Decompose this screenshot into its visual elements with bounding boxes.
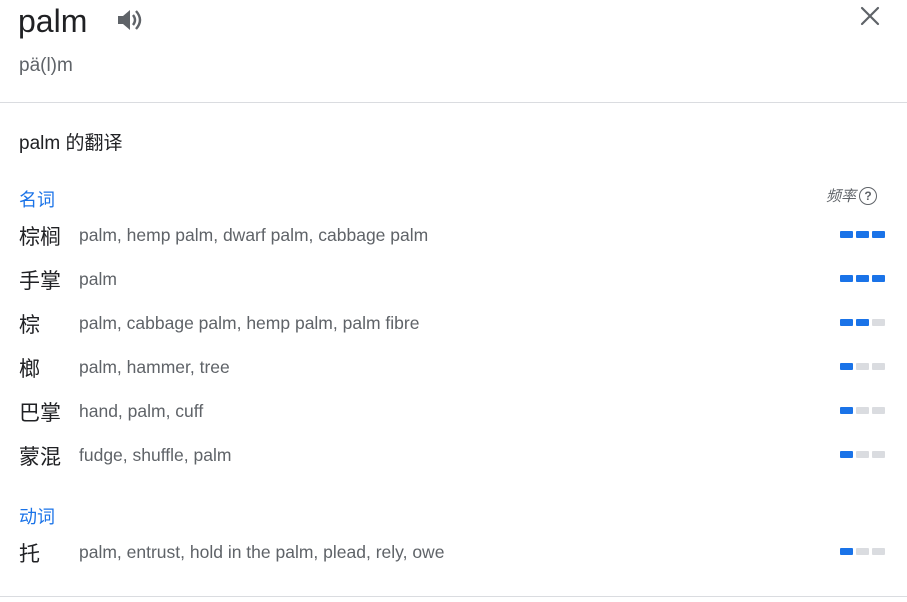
translation-term: 棕: [19, 314, 40, 337]
translation-row: 蒙混 fudge, shuffle, palm: [0, 435, 907, 479]
frequency-bars: [840, 231, 885, 238]
translation-term: 巴掌: [19, 402, 61, 425]
translation-row: 巴掌 hand, palm, cuff: [0, 391, 907, 435]
frequency-header: 频率 ?: [826, 185, 878, 206]
translation-term: 托: [19, 543, 40, 566]
translation-row: 托 palm, entrust, hold in the palm, plead…: [0, 532, 907, 576]
translation-row: 手掌 palm: [0, 259, 907, 303]
frequency-bar-empty: [872, 407, 885, 414]
frequency-bar-empty: [872, 363, 885, 370]
frequency-bar-filled: [872, 275, 885, 282]
frequency-bars: [840, 275, 885, 282]
frequency-bar-filled: [840, 275, 853, 282]
translation-meanings[interactable]: fudge, shuffle, palm: [79, 445, 231, 466]
frequency-bar-empty: [856, 451, 869, 458]
frequency-bar-filled: [856, 231, 869, 238]
translation-meanings[interactable]: palm, cabbage palm, hemp palm, palm fibr…: [79, 313, 419, 334]
frequency-bar-empty: [872, 451, 885, 458]
translation-meanings[interactable]: palm: [79, 269, 117, 290]
frequency-bar-filled: [872, 231, 885, 238]
translation-term: 榔: [19, 358, 40, 381]
frequency-bars: [840, 319, 885, 326]
translation-term: 手掌: [19, 270, 61, 293]
translation-meanings[interactable]: palm, entrust, hold in the palm, plead, …: [79, 542, 444, 563]
bottom-divider: [0, 596, 907, 597]
frequency-bars: [840, 451, 885, 458]
frequency-bars: [840, 548, 885, 555]
translation-row: 棕 palm, cabbage palm, hemp palm, palm fi…: [0, 303, 907, 347]
entry-word: palm: [18, 3, 88, 39]
translation-meanings[interactable]: hand, palm, cuff: [79, 401, 203, 422]
frequency-bar-empty: [872, 319, 885, 326]
speaker-icon[interactable]: [116, 8, 144, 32]
translation-meanings[interactable]: palm, hammer, tree: [79, 357, 230, 378]
translation-row: 榔 palm, hammer, tree: [0, 347, 907, 391]
frequency-bar-empty: [856, 548, 869, 555]
entry-header: palm pä(l)m: [0, 0, 907, 103]
frequency-label: 频率: [826, 188, 857, 205]
frequency-bar-filled: [840, 363, 853, 370]
frequency-bar-filled: [856, 319, 869, 326]
frequency-bar-filled: [840, 319, 853, 326]
translation-term: 蒙混: [19, 446, 61, 469]
frequency-bars: [840, 407, 885, 414]
translations-title: palm 的翻译: [19, 133, 123, 154]
frequency-bar-filled: [840, 548, 853, 555]
frequency-bar-filled: [840, 451, 853, 458]
frequency-bar-empty: [856, 407, 869, 414]
frequency-bar-empty: [856, 363, 869, 370]
frequency-bar-filled: [840, 231, 853, 238]
translation-term: 棕榈: [19, 226, 61, 249]
pos-label-noun: 名词: [19, 190, 55, 210]
frequency-bar-filled: [856, 275, 869, 282]
frequency-bar-filled: [840, 407, 853, 414]
frequency-bar-empty: [872, 548, 885, 555]
pos-label-verb: 动词: [19, 507, 55, 527]
close-icon[interactable]: [858, 4, 882, 28]
frequency-bars: [840, 363, 885, 370]
entry-phonetic: pä(l)m: [19, 55, 73, 76]
translation-meanings[interactable]: palm, hemp palm, dwarf palm, cabbage pal…: [79, 225, 428, 246]
help-circle-icon[interactable]: ?: [859, 186, 878, 205]
translation-row: 棕榈 palm, hemp palm, dwarf palm, cabbage …: [0, 215, 907, 259]
